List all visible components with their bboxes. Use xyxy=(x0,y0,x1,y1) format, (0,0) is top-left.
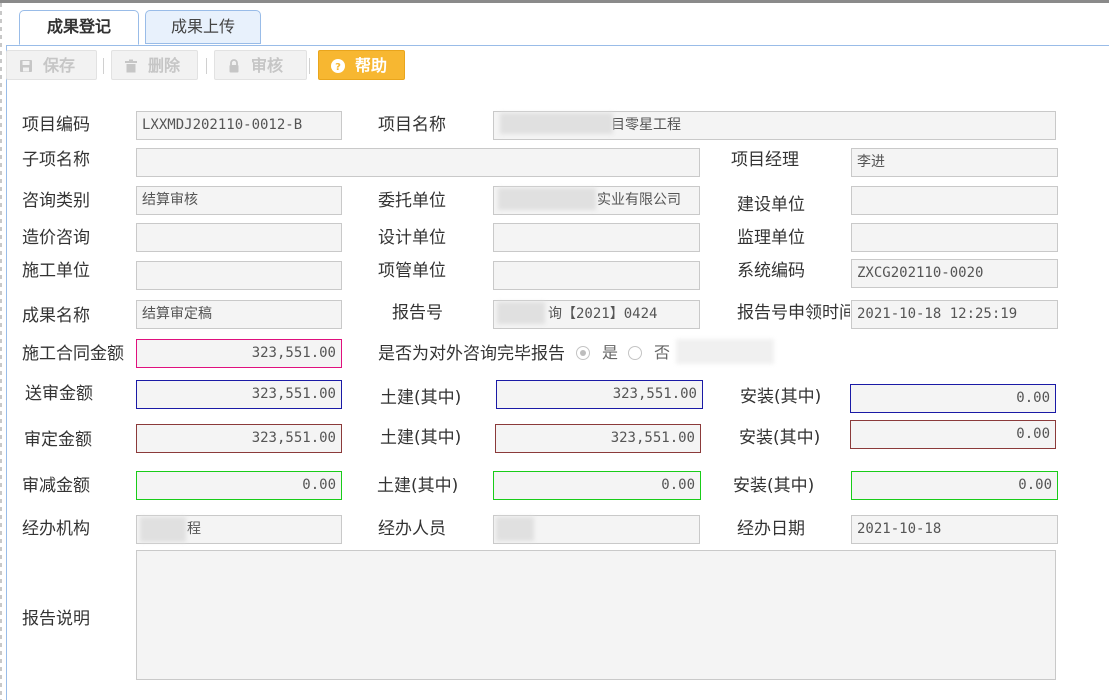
cost-consult-label: 造价咨询 xyxy=(22,228,90,248)
design-unit-field[interactable] xyxy=(493,223,700,252)
lock-icon xyxy=(229,59,239,73)
delete-label: 删除 xyxy=(148,56,181,75)
redacted-blur xyxy=(140,517,186,542)
audit-label: 审核 xyxy=(251,56,284,75)
submitted-amount-field[interactable]: 323,551.00 xyxy=(136,380,342,409)
cost-consult-field[interactable] xyxy=(136,223,342,252)
external-report-no-label: 否 xyxy=(654,343,671,362)
system-code-field[interactable]: ZXCG202110-0020 xyxy=(851,259,1058,288)
construction-unit-label: 建设单位 xyxy=(737,195,805,215)
help-button[interactable]: ? 帮助 xyxy=(318,50,405,80)
report-apply-time-field[interactable]: 2021-10-18 12:25:19 xyxy=(851,300,1058,329)
builder-unit-label: 施工单位 xyxy=(22,261,90,281)
approved-civil-field[interactable]: 323,551.00 xyxy=(495,424,701,453)
consult-type-label: 咨询类别 xyxy=(22,191,90,211)
toolbar-divider xyxy=(309,58,310,74)
reduced-install-label: 安装(其中) xyxy=(733,476,815,496)
question-circle-icon: ? xyxy=(331,59,345,73)
redacted-blur xyxy=(498,188,596,210)
approved-install-label: 安装(其中) xyxy=(739,428,821,448)
help-label: 帮助 xyxy=(355,56,388,75)
save-button[interactable]: 保存 xyxy=(6,50,97,80)
toolbar-divider xyxy=(206,58,207,74)
reduced-install-field[interactable]: 0.00 xyxy=(851,471,1058,500)
trash-icon xyxy=(125,59,137,73)
submitted-civil-field[interactable]: 323,551.00 xyxy=(496,380,703,409)
redacted-blur xyxy=(500,113,613,134)
tab-result-register[interactable]: 成果登记 xyxy=(19,10,139,45)
sub-item-name-field[interactable] xyxy=(136,148,700,177)
save-icon xyxy=(20,60,32,72)
construction-unit-field[interactable] xyxy=(851,186,1058,215)
sub-item-name-label: 子项名称 xyxy=(22,150,90,170)
report-apply-time-label: 报告号申领时间 xyxy=(737,303,850,323)
reduced-civil-field[interactable]: 0.00 xyxy=(493,471,701,500)
reduced-amount-field[interactable]: 0.00 xyxy=(136,471,342,500)
project-manager-field[interactable]: 李进 xyxy=(851,148,1058,177)
project-code-field[interactable]: LXXMDJ202110-0012-B xyxy=(136,111,342,140)
report-no-label: 报告号 xyxy=(392,303,443,323)
report-desc-textarea[interactable] xyxy=(136,550,1056,680)
builder-unit-field[interactable] xyxy=(136,261,342,290)
project-manager-label: 项目经理 xyxy=(731,150,799,170)
contract-amount-label: 施工合同金额 xyxy=(22,344,124,364)
redacted-blur xyxy=(496,517,534,541)
system-code-label: 系统编码 xyxy=(737,261,805,281)
tab-result-upload[interactable]: 成果上传 xyxy=(145,10,261,44)
left-splitter[interactable] xyxy=(0,3,2,700)
submitted-amount-label: 送审金额 xyxy=(25,384,93,404)
toolbar-divider xyxy=(103,58,104,74)
external-report-label: 是否为对外咨询完毕报告 xyxy=(378,344,565,364)
external-report-no-radio[interactable] xyxy=(628,346,642,360)
svg-text:?: ? xyxy=(335,62,341,73)
handling-person-label: 经办人员 xyxy=(378,519,446,539)
handling-date-label: 经办日期 xyxy=(737,519,805,539)
redacted-blur xyxy=(676,339,774,364)
approved-amount-label: 审定金额 xyxy=(24,430,92,450)
submitted-civil-label: 土建(其中) xyxy=(380,388,462,408)
handling-org-label: 经办机构 xyxy=(22,519,90,539)
delete-button[interactable]: 删除 xyxy=(111,50,198,80)
external-report-yes-label: 是 xyxy=(602,343,619,362)
design-unit-label: 设计单位 xyxy=(378,228,446,248)
approved-amount-field[interactable]: 323,551.00 xyxy=(136,424,342,453)
approved-civil-label: 土建(其中) xyxy=(380,428,462,448)
result-name-field[interactable]: 结算审定稿 xyxy=(136,300,342,329)
audit-button[interactable]: 审核 xyxy=(214,50,307,80)
supervision-unit-field[interactable] xyxy=(851,223,1058,252)
result-name-label: 成果名称 xyxy=(22,306,90,326)
approved-install-field[interactable]: 0.00 xyxy=(850,420,1056,449)
project-code-label: 项目编码 xyxy=(22,115,90,135)
save-label: 保存 xyxy=(43,56,76,75)
redacted-blur xyxy=(497,302,545,324)
submitted-install-label: 安装(其中) xyxy=(740,387,822,407)
report-desc-label: 报告说明 xyxy=(22,609,90,629)
project-mgmt-unit-label: 项管单位 xyxy=(378,261,446,281)
project-name-label: 项目名称 xyxy=(378,115,446,135)
project-mgmt-unit-field[interactable] xyxy=(493,261,700,290)
contract-amount-field[interactable]: 323,551.00 xyxy=(136,339,342,368)
client-unit-label: 委托单位 xyxy=(378,191,446,211)
reduced-civil-label: 土建(其中) xyxy=(377,476,459,496)
reduced-amount-label: 审减金额 xyxy=(22,476,90,496)
external-report-yes-radio[interactable] xyxy=(576,346,590,360)
consult-type-field[interactable]: 结算审核 xyxy=(136,186,342,215)
supervision-unit-label: 监理单位 xyxy=(737,228,805,248)
tab-bar: 成果登记 成果上传 xyxy=(6,3,1109,46)
submitted-install-field[interactable]: 0.00 xyxy=(850,384,1056,413)
handling-date-field[interactable]: 2021-10-18 xyxy=(851,515,1058,544)
